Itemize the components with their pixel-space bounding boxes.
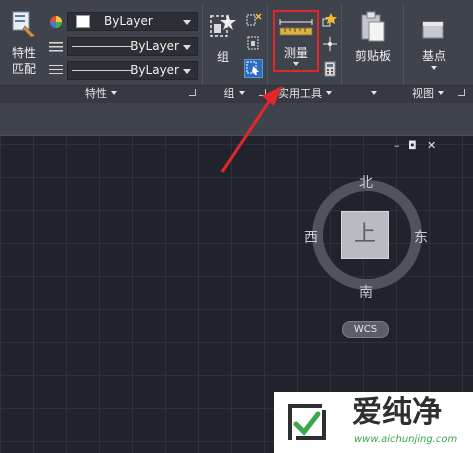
quick-select-icon[interactable] <box>321 11 339 29</box>
point-coordinates-icon[interactable] <box>321 35 339 53</box>
chevron-down-icon <box>238 91 245 95</box>
wcs-menu-button[interactable]: WCS <box>342 321 389 338</box>
watermark-title: 爱纯净 <box>352 395 442 430</box>
measure-button[interactable]: 测量 <box>273 10 319 72</box>
group-button[interactable]: 组 <box>206 8 240 70</box>
watermark-url: www.aichunjing.com <box>354 434 458 445</box>
group-select-toggle[interactable] <box>244 59 263 78</box>
watermark: 爱纯净 www.aichunjing.com <box>274 392 473 453</box>
watermark-logo-icon <box>288 404 326 440</box>
lineweight-preview <box>72 70 132 71</box>
view-panel-title-text: 视图 <box>412 87 434 100</box>
compass-north[interactable]: 北 <box>359 175 373 191</box>
color-dropdown[interactable]: ByLayer <box>67 12 198 31</box>
basepoint-label: 基点 <box>421 49 446 63</box>
viewcube[interactable]: 上 <box>341 211 389 259</box>
match-properties-button[interactable]: 特性 匹配 <box>6 10 42 80</box>
properties-panel-title[interactable]: 特性 <box>70 87 132 101</box>
basepoint-button[interactable]: 基点 <box>408 8 460 74</box>
utilities-panel-title[interactable]: 实用工具 <box>272 87 338 101</box>
chevron-down-icon <box>183 69 191 74</box>
ribbon-bottom-strip <box>0 103 473 136</box>
ribbon: 特性 匹配 ByLayer ByLayer ByLayer 组 测量 剪贴板 基… <box>0 0 473 103</box>
chevron-down-icon <box>438 91 444 95</box>
chevron-down-icon <box>293 62 299 66</box>
utilities-panel-title-text: 实用工具 <box>278 87 322 100</box>
compass-east[interactable]: 东 <box>414 230 428 246</box>
pointer-icon <box>246 61 259 75</box>
clipboard-icon <box>361 11 385 42</box>
group-icon <box>210 14 236 37</box>
ungroup-icon[interactable] <box>245 12 263 28</box>
match-properties-label-1: 特性 <box>11 46 36 60</box>
minimize-button[interactable]: – <box>394 140 400 152</box>
panel-launcher-icon[interactable] <box>189 89 196 96</box>
chevron-down-icon <box>431 66 437 70</box>
autocad-window: 特性 匹配 ByLayer ByLayer ByLayer 组 测量 剪贴板 基… <box>0 0 473 453</box>
chevron-down-icon <box>111 91 117 95</box>
restore-button[interactable]: ◘ <box>408 140 417 152</box>
measure-icon <box>279 19 313 36</box>
linetype-value: ByLayer <box>130 39 179 53</box>
compass-south[interactable]: 南 <box>359 285 373 301</box>
chevron-down-icon <box>326 91 332 95</box>
chevron-down-icon <box>371 91 377 95</box>
color-wheel-icon <box>50 16 62 28</box>
clipboard-label: 剪贴板 <box>354 49 391 63</box>
close-button[interactable]: ✕ <box>427 140 436 152</box>
group-label: 组 <box>216 50 229 64</box>
panel-launcher-icon[interactable] <box>458 89 465 96</box>
measure-label: 测量 <box>283 46 308 60</box>
chevron-down-icon <box>183 20 191 25</box>
properties-panel-title-text: 特性 <box>85 87 107 100</box>
match-properties-icon <box>12 11 36 38</box>
linetype-dropdown[interactable]: ByLayer <box>67 37 198 56</box>
lineweight-dropdown[interactable]: ByLayer <box>67 61 198 80</box>
clipboard-panel-title[interactable] <box>352 87 396 101</box>
basepoint-icon <box>422 21 444 39</box>
group-edit-icon[interactable] <box>245 35 263 51</box>
viewcube-top-face[interactable]: 上 <box>342 212 388 258</box>
color-value: ByLayer <box>104 14 153 28</box>
match-properties-label-2: 匹配 <box>11 62 36 76</box>
lineweight-value: ByLayer <box>130 63 179 77</box>
linetype-preview <box>72 46 132 47</box>
color-swatch <box>76 15 90 28</box>
group-panel-title-text: 组 <box>223 87 235 100</box>
linetype-icon <box>49 42 63 52</box>
view-panel-title[interactable]: 视图 <box>405 87 451 101</box>
lineweight-icon <box>49 65 63 74</box>
group-panel-title[interactable]: 组 <box>214 87 254 101</box>
chevron-down-icon <box>183 45 191 50</box>
calculator-icon[interactable] <box>321 60 339 78</box>
panel-launcher-icon[interactable] <box>259 89 266 96</box>
compass-west[interactable]: 西 <box>304 230 318 246</box>
paste-button[interactable]: 剪贴板 <box>346 8 400 74</box>
